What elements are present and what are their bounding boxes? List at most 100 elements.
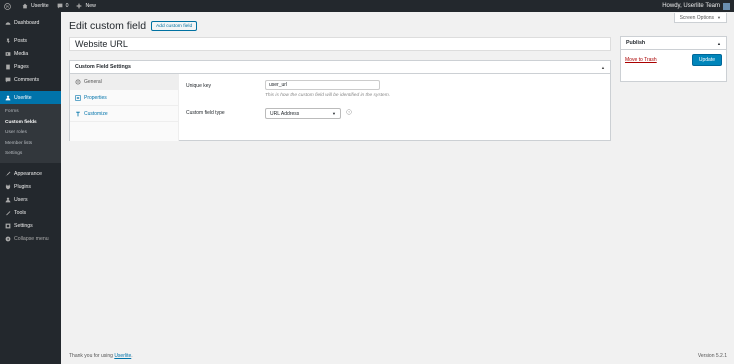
- footer-period: .: [131, 353, 133, 359]
- sidebar-item-dashboard[interactable]: Dashboard: [0, 16, 61, 29]
- update-button[interactable]: Update: [691, 54, 722, 66]
- wordpress-icon: W: [4, 2, 11, 10]
- userlite-submenu: Forms Custom fields User roles Member li…: [0, 104, 61, 163]
- collapse-menu-button[interactable]: Collapse menu: [0, 233, 61, 246]
- sidebar-item-posts[interactable]: Posts: [0, 34, 61, 47]
- field-type-select[interactable]: URL Address ▼: [265, 108, 341, 119]
- sidebar-item-appearance[interactable]: Appearance: [0, 168, 61, 181]
- submenu-forms[interactable]: Forms: [0, 107, 61, 118]
- sidebar-item-label: Tools: [14, 210, 27, 216]
- site-name-link[interactable]: Userlite: [18, 0, 53, 12]
- brush-icon: [4, 171, 11, 178]
- sidebar-item-label: Pages: [14, 63, 29, 70]
- pages-icon: [4, 63, 11, 70]
- tab-label: Customize: [84, 110, 108, 117]
- svg-text:?: ?: [348, 110, 350, 114]
- comments-link[interactable]: 0: [53, 0, 73, 12]
- sidebar-item-tools[interactable]: Tools: [0, 207, 61, 220]
- settings-icon: [4, 223, 11, 230]
- home-icon: [22, 3, 28, 9]
- avatar: [723, 2, 730, 10]
- users-icon: [4, 197, 11, 204]
- footer-thanks-text: Thank you for using: [69, 353, 113, 359]
- sidebar-item-label: Users: [14, 197, 28, 203]
- dashboard-icon: [4, 19, 11, 26]
- plus-icon: [77, 3, 82, 9]
- tab-properties[interactable]: Properties: [70, 90, 178, 106]
- settings-tabs: General Properties Customize: [70, 74, 179, 141]
- list-icon: [75, 94, 81, 101]
- submenu-custom-fields[interactable]: Custom fields: [0, 118, 61, 129]
- unique-key-label: Unique key: [186, 83, 212, 89]
- sidebar-item-plugins[interactable]: Plugins: [0, 181, 61, 194]
- footer-thanks: Thank you for using Userlite.: [69, 353, 133, 359]
- howdy-text: Howdy, Userlite Team: [662, 3, 720, 9]
- chevron-down-icon: ▼: [332, 111, 336, 116]
- sidebar-item-pages[interactable]: Pages: [0, 60, 61, 73]
- page-header: Edit custom field Add custom field: [69, 20, 198, 32]
- tab-general[interactable]: General: [70, 74, 178, 90]
- footer-userlite-link[interactable]: Userlite: [114, 353, 131, 359]
- footer-version: Version 5.2.1: [697, 353, 727, 359]
- help-icon[interactable]: ?: [346, 109, 352, 115]
- field-type-value: URL Address: [270, 110, 300, 117]
- unique-key-help: This is how the custom field will be ide…: [265, 93, 391, 98]
- sidebar-item-media[interactable]: Media: [0, 47, 61, 60]
- tools-icon: [4, 210, 11, 217]
- site-name: Userlite: [31, 3, 49, 9]
- sidebar-item-comments[interactable]: Comments: [0, 73, 61, 86]
- comment-bubble-icon: [57, 3, 62, 9]
- new-label: New: [85, 3, 96, 9]
- add-custom-field-button[interactable]: Add custom field: [151, 21, 198, 31]
- submenu-member-lists[interactable]: Member lists: [0, 139, 61, 150]
- sidebar-item-label: Userlite: [14, 94, 32, 101]
- page-title: Edit custom field: [69, 20, 147, 32]
- sidebar-item-label: Dashboard: [14, 19, 40, 26]
- admin-sidebar: Dashboard Posts Media Pages Comments Use…: [0, 12, 61, 364]
- collapse-icon: [4, 236, 11, 243]
- collapse-label: Collapse menu: [14, 236, 49, 242]
- sidebar-item-label: Posts: [14, 37, 27, 44]
- caret-up-icon[interactable]: ▲: [601, 65, 605, 70]
- plugin-icon: [4, 184, 11, 191]
- screen-options-button[interactable]: Screen Options ▼: [673, 13, 727, 23]
- custom-field-settings-box: Custom Field Settings ▲ General Properti…: [69, 60, 611, 141]
- settings-box-title: Custom Field Settings: [75, 64, 131, 70]
- submenu-settings[interactable]: Settings: [0, 149, 61, 160]
- settings-box-header[interactable]: Custom Field Settings ▲: [70, 61, 610, 74]
- submenu-user-roles[interactable]: User roles: [0, 128, 61, 139]
- caret-down-icon: ▼: [717, 15, 721, 20]
- main-content: Screen Options ▼ Edit custom field Add c…: [61, 12, 734, 364]
- caret-up-icon[interactable]: ▲: [717, 41, 721, 46]
- sidebar-item-label: Plugins: [14, 184, 32, 190]
- publish-box: Publish ▲ Move to Trash Update: [620, 36, 727, 82]
- tab-label: General: [84, 78, 102, 85]
- sidebar-item-settings[interactable]: Settings: [0, 220, 61, 233]
- comments-icon: [4, 76, 11, 83]
- sidebar-item-users[interactable]: Users: [0, 194, 61, 207]
- media-icon: [4, 50, 11, 57]
- account-menu[interactable]: Howdy, Userlite Team: [662, 2, 734, 10]
- comments-count: 0: [65, 3, 69, 9]
- tab-label: Properties: [84, 94, 107, 101]
- move-to-trash-link[interactable]: Move to Trash: [625, 57, 657, 63]
- title-input[interactable]: Website URL: [69, 37, 611, 51]
- new-content-link[interactable]: New: [72, 0, 99, 12]
- pin-icon: [4, 37, 11, 44]
- publish-title: Publish: [626, 40, 646, 46]
- user-icon: [4, 94, 11, 101]
- publish-box-header[interactable]: Publish ▲: [621, 37, 726, 50]
- sidebar-item-userlite[interactable]: Userlite: [0, 91, 61, 104]
- sidebar-item-label: Comments: [14, 76, 40, 83]
- sidebar-item-label: Settings: [14, 223, 33, 229]
- tab-customize[interactable]: Customize: [70, 106, 178, 122]
- svg-text:W: W: [6, 3, 10, 8]
- unique-key-input[interactable]: user_url: [265, 80, 380, 90]
- wordpress-logo[interactable]: W: [0, 0, 18, 12]
- text-icon: [75, 111, 81, 117]
- gear-icon: [75, 78, 81, 85]
- field-type-label: Custom field type: [186, 110, 225, 116]
- admin-bar: W Userlite 0 New Howdy, Userlite Team: [0, 0, 734, 12]
- sidebar-item-label: Media: [14, 50, 29, 57]
- screen-options-label: Screen Options: [679, 14, 715, 21]
